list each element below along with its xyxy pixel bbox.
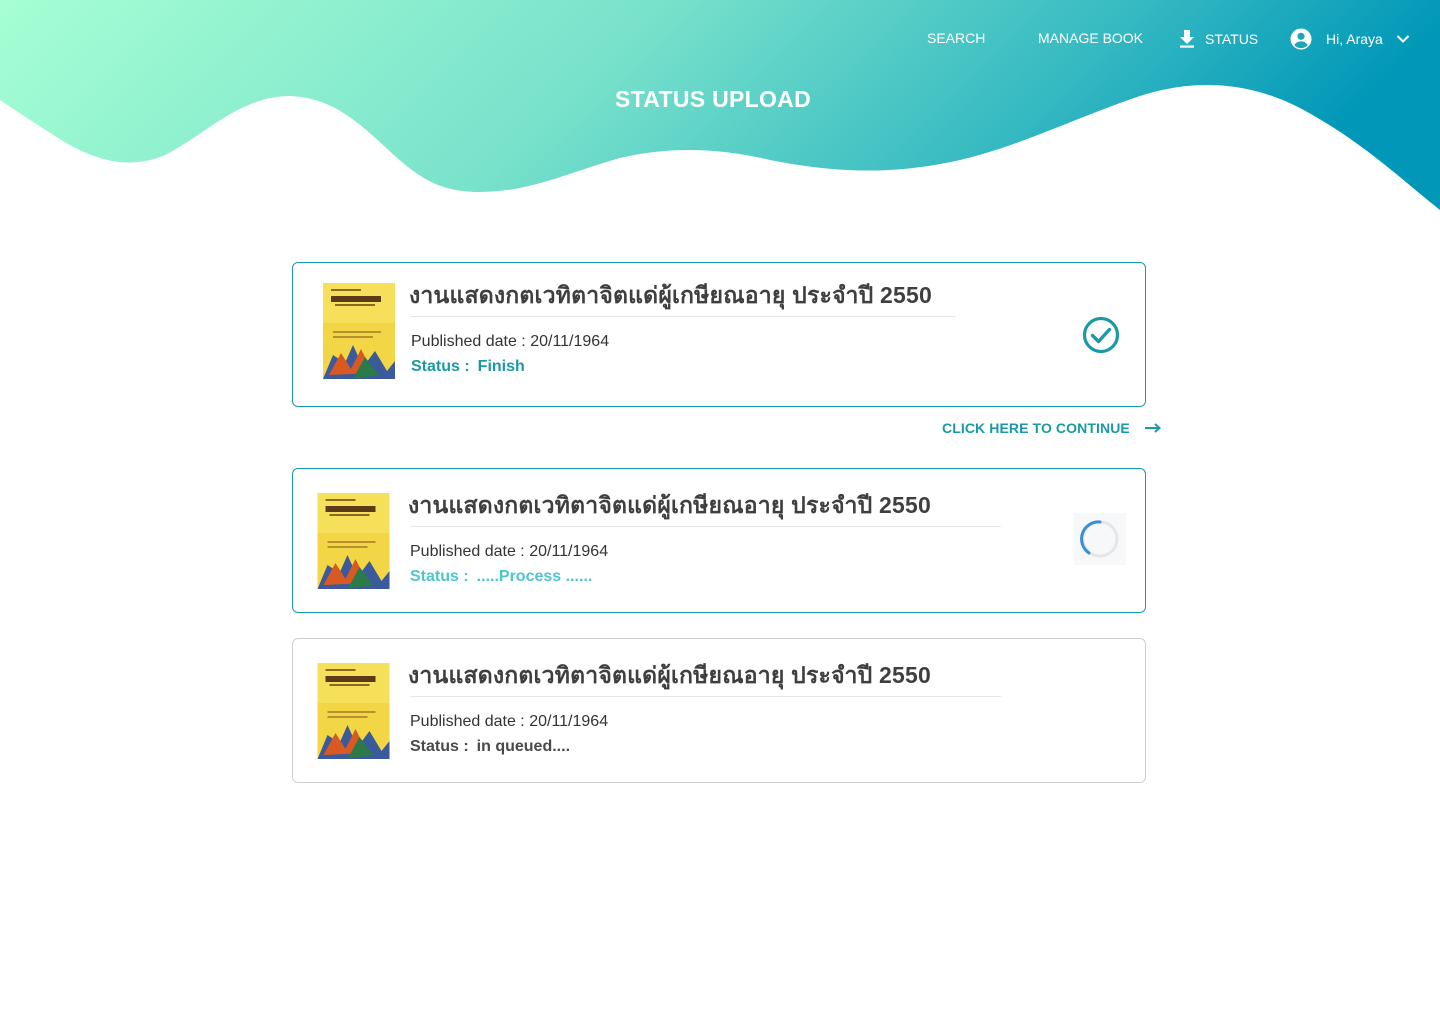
published-date: Published date : 20/11/1964 [410,713,609,730]
arrow-right-icon [1144,423,1161,433]
status-label: Status : [410,568,469,585]
chevron-down-icon[interactable] [1396,34,1410,44]
status-value: in queued.... [476,738,571,755]
upload-card-finished: งานแสดงกตเวทิตาจิตแด่ผู้เกษียณอายุ ประจำ… [292,262,1146,407]
continue-link-label: CLICK HERE TO CONTINUE [942,420,1130,436]
book-cover-image [317,493,390,589]
upload-card-queued: งานแสดงกตเวทิตาจิตแด่ผู้เกษียณอายุ ประจำ… [292,638,1146,783]
status-label: Status : [410,738,469,755]
page-title: STATUS UPLOAD [615,86,811,112]
nav-status[interactable]: STATUS [1178,29,1258,49]
published-date: Published date : 20/11/1964 [411,333,610,350]
status-text: Status : Finish [411,358,525,376]
loading-spinner-icon [1074,513,1126,565]
user-menu[interactable]: Hi, Araya [1290,28,1410,50]
continue-link[interactable]: CLICK HERE TO CONTINUE [942,420,1162,436]
nav-manage-book-label: MANAGE BOOK [1038,30,1144,46]
nav-status-label: STATUS [1205,31,1259,47]
book-title: งานแสดงกตเวทิตาจิตแด่ผู้เกษียณอายุ ประจำ… [408,492,932,518]
status-label: Status : [411,358,470,375]
title-divider [411,526,1001,527]
download-icon [1180,30,1194,48]
title-divider [411,696,1001,697]
book-title: งานแสดงกตเวทิตาจิตแด่ผู้เกษียณอายุ ประจำ… [409,282,933,308]
book-title: งานแสดงกตเวทิตาจิตแด่ผู้เกษียณอายุ ประจำ… [408,662,932,688]
book-cover-image [323,283,395,379]
nav-search[interactable]: SEARCH [927,30,985,46]
status-value: Finish [477,358,525,375]
upload-card-processing: งานแสดงกตเวทิตาจิตแด่ผู้เกษียณอายุ ประจำ… [292,468,1146,613]
status-text: Status : .....Process ...... [410,568,592,586]
account-circle-icon [1290,28,1312,50]
status-value: .....Process ...... [476,568,593,585]
title-divider [411,316,956,317]
nav-search-label: SEARCH [927,30,986,46]
check-circle-icon [1082,316,1120,354]
status-text: Status : in queued.... [410,738,570,756]
user-greeting: Hi, Araya [1326,31,1383,47]
book-cover-image [317,663,390,759]
nav-manage-book[interactable]: MANAGE BOOK [1038,30,1143,46]
published-date: Published date : 20/11/1964 [410,543,609,560]
